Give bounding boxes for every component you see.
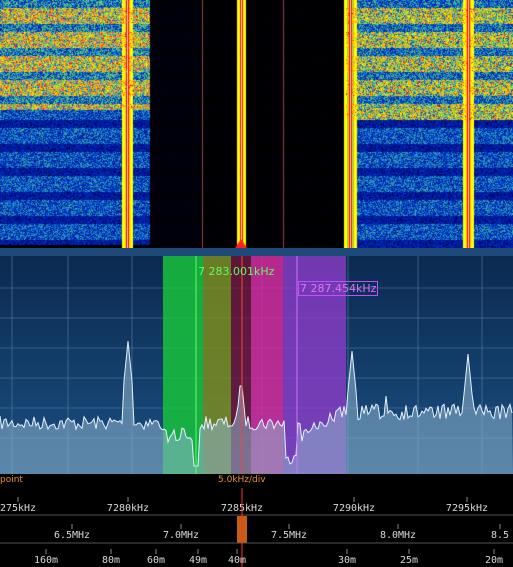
- band-label: 20m: [485, 555, 503, 566]
- band-label: 160m: [34, 555, 58, 566]
- khz-label: 7290kHz: [333, 503, 375, 514]
- mhz-label: 7.5MHz: [271, 530, 307, 541]
- band-label: 60m: [147, 555, 165, 566]
- marker2-readout: 7 287.454kHz: [298, 281, 379, 296]
- waterfall-display[interactable]: [0, 0, 513, 248]
- frequency-axis[interactable]: 275kHz 7280kHz 7285kHz 7290kHz 7295kHz 6.5MH…: [0, 488, 513, 567]
- panel-divider[interactable]: [0, 248, 513, 256]
- khz-label: 7295kHz: [446, 503, 488, 514]
- band-label: 25m: [400, 555, 418, 566]
- mhz-label: 8.0MHz: [380, 530, 416, 541]
- band-label: 40m: [228, 555, 246, 566]
- khz-label: 7280kHz: [107, 503, 149, 514]
- band-label: 30m: [338, 555, 356, 566]
- mhz-label: 6.5MHz: [54, 530, 90, 541]
- status-left-label: point: [0, 475, 23, 485]
- mhz-label: 7.0MHz: [163, 530, 199, 541]
- status-bar: point 5.0kHz/div: [0, 474, 513, 488]
- band-label: 49m: [189, 555, 207, 566]
- khz-label: 275kHz: [0, 503, 36, 514]
- scale-label: 5.0kHz/div: [218, 475, 266, 485]
- spectrum-display[interactable]: [0, 256, 513, 474]
- marker1-readout: 7 283.001kHz: [198, 265, 275, 278]
- band-label: 80m: [102, 555, 120, 566]
- mhz-label: 8.5: [491, 530, 509, 541]
